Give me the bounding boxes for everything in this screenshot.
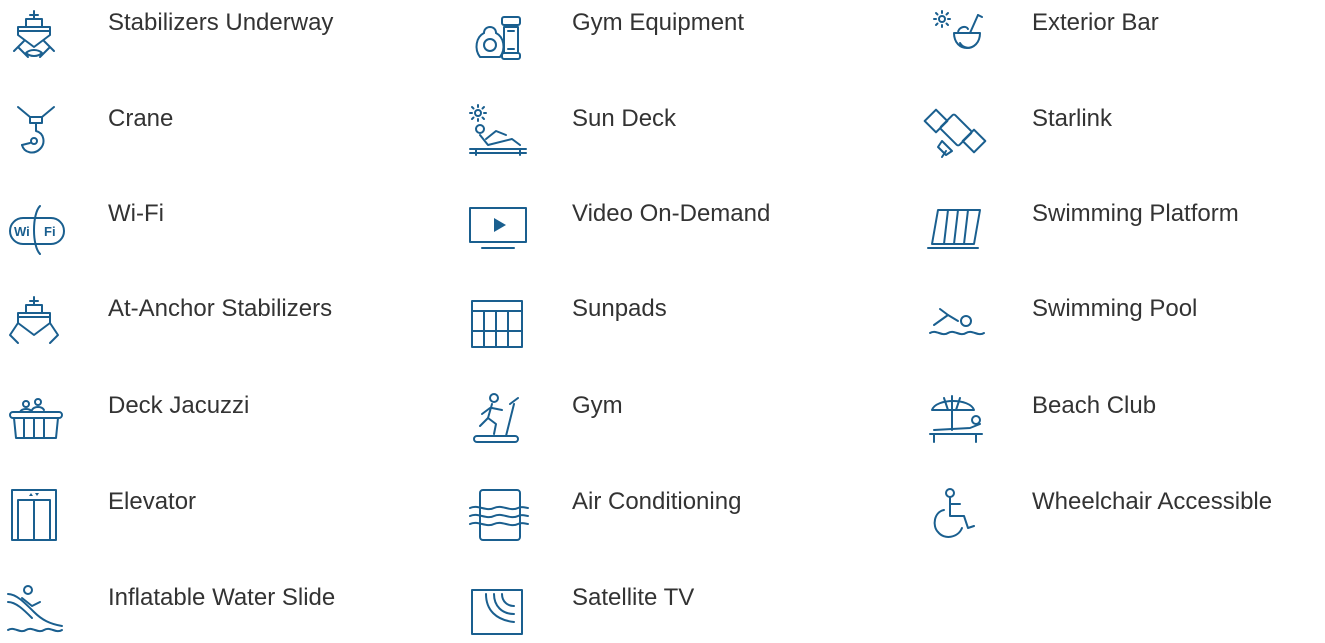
water-slide-icon — [0, 583, 72, 639]
treadmill-icon — [462, 391, 534, 447]
svg-text:Fi: Fi — [44, 224, 56, 239]
amenity-label: At-Anchor Stabilizers — [108, 294, 332, 324]
amenity-label: Wheelchair Accessible — [1032, 487, 1272, 517]
amenity-label: Elevator — [108, 487, 196, 517]
amenity-label: Video On-Demand — [572, 199, 770, 229]
coconut-drink-icon — [920, 8, 992, 64]
amenity-label: Beach Club — [1032, 391, 1156, 421]
amenity-label: Swimming Platform — [1032, 199, 1239, 229]
platform-icon — [920, 199, 992, 255]
sunbather-icon — [462, 104, 534, 160]
amenity-label: Satellite TV — [572, 583, 694, 613]
amenity-label: Sunpads — [572, 294, 667, 324]
amenities-grid: Stabilizers Underway Gym Equipment — [0, 0, 1325, 639]
kettlebell-dumbbell-icon — [462, 8, 534, 64]
ship-anchor-stabilizers-icon — [0, 294, 72, 350]
jacuzzi-icon — [0, 391, 72, 447]
sunpads-icon — [462, 294, 534, 350]
amenity-label: Air Conditioning — [572, 487, 741, 517]
amenity-label: Deck Jacuzzi — [108, 391, 249, 421]
swimmer-icon — [920, 294, 992, 350]
amenity-label: Wi-Fi — [108, 199, 164, 229]
amenity-label: Stabilizers Underway — [108, 8, 333, 38]
play-screen-icon — [462, 199, 534, 255]
satellite-icon — [920, 104, 992, 160]
amenity-label: Sun Deck — [572, 104, 676, 134]
air-conditioner-icon — [462, 487, 534, 543]
amenity-label: Gym Equipment — [572, 8, 744, 38]
crane-hook-icon — [0, 104, 72, 160]
satellite-tv-icon — [462, 583, 534, 639]
wifi-badge-icon: Wi Fi — [0, 199, 72, 255]
umbrella-lounger-icon — [920, 391, 992, 447]
amenity-label: Starlink — [1032, 104, 1112, 134]
amenity-label: Swimming Pool — [1032, 294, 1197, 324]
amenity-label: Exterior Bar — [1032, 8, 1159, 38]
elevator-icon — [0, 487, 72, 543]
wheelchair-icon — [920, 487, 992, 543]
svg-text:Wi: Wi — [14, 224, 30, 239]
amenity-label: Crane — [108, 104, 173, 134]
amenity-label: Gym — [572, 391, 623, 421]
ship-stabilizers-icon — [0, 8, 72, 64]
amenity-label: Inflatable Water Slide — [108, 583, 335, 613]
